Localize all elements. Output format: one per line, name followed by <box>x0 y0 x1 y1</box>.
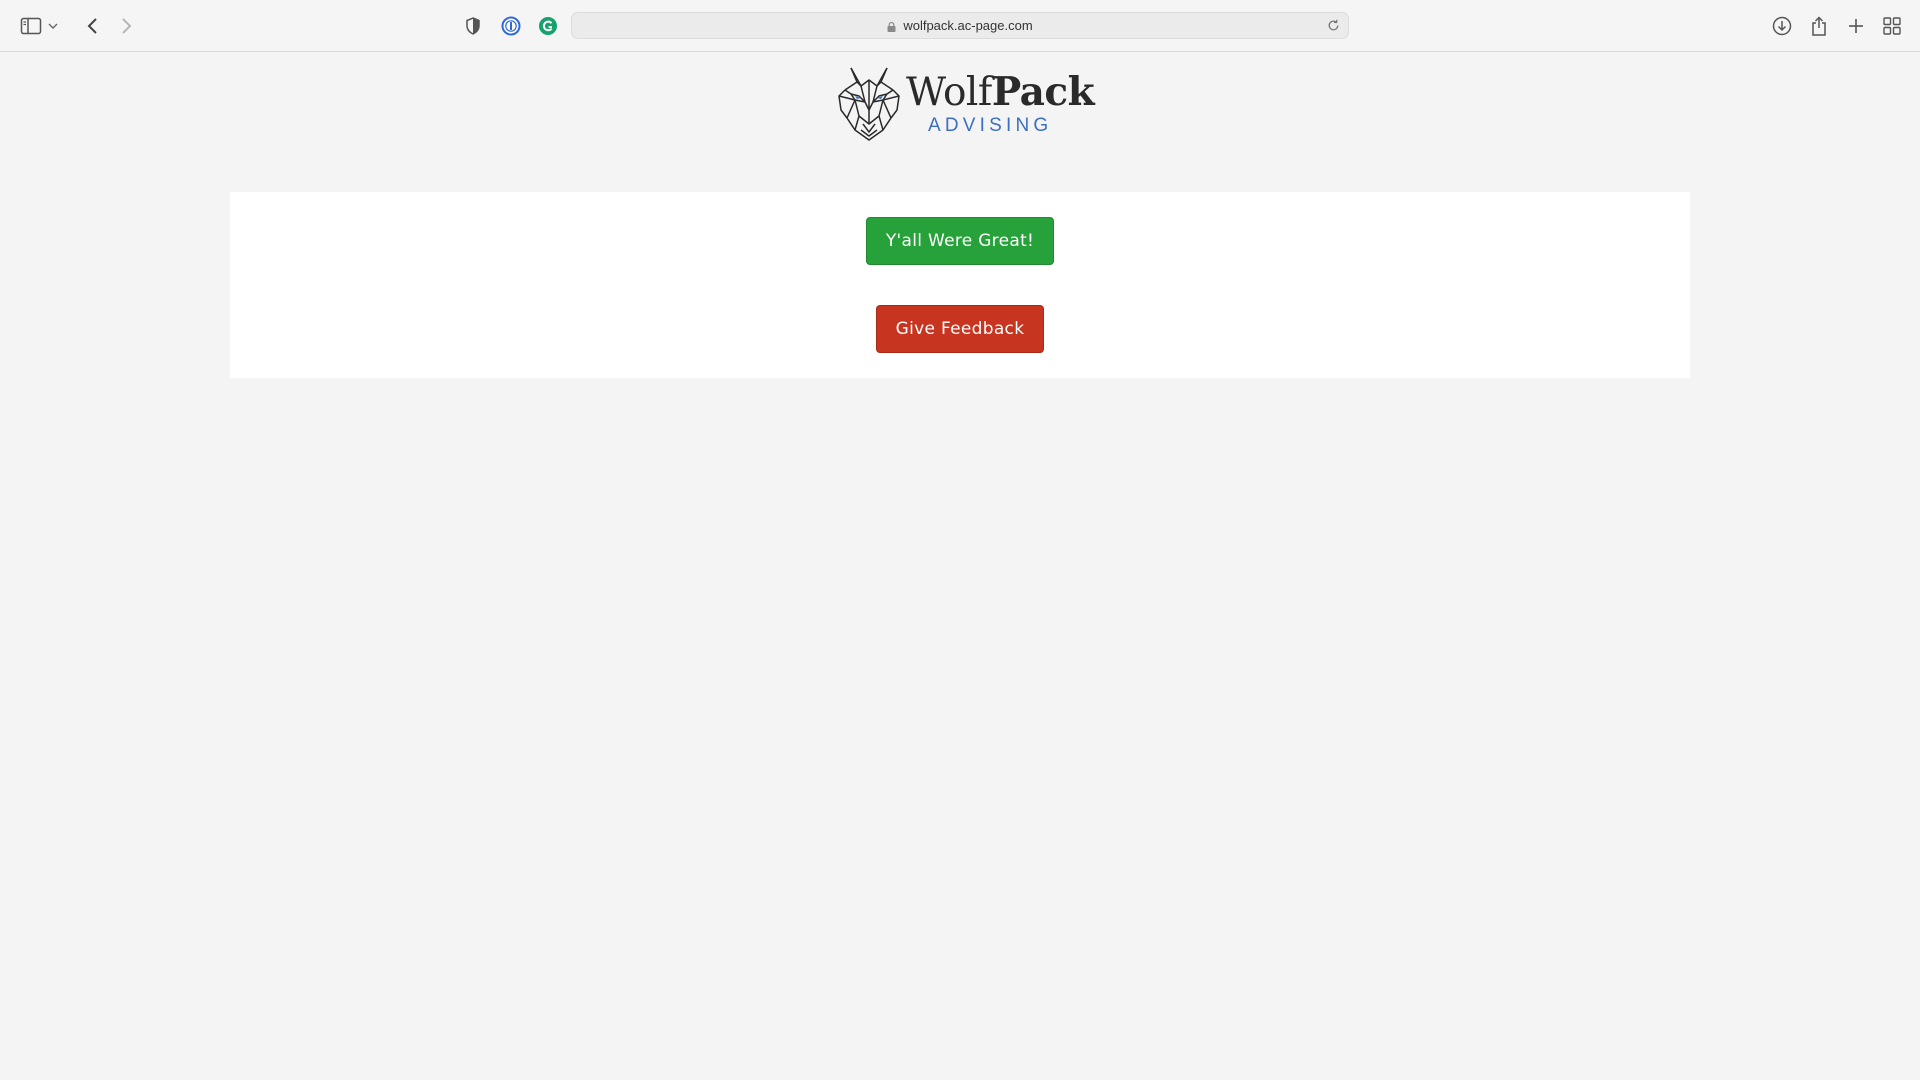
grammar-extension-icon[interactable] <box>534 12 562 40</box>
back-arrow-icon[interactable] <box>78 12 106 40</box>
password-manager-icon[interactable] <box>497 12 525 40</box>
forward-arrow-icon[interactable] <box>113 12 141 40</box>
browser-toolbar: wolfpack.ac-page.com <box>0 0 1920 52</box>
address-url[interactable]: wolfpack.ac-page.com <box>903 18 1032 33</box>
logo-word-regular: Wolf <box>906 70 992 115</box>
reload-icon[interactable] <box>1327 19 1340 32</box>
sidebar-toggle-icon[interactable] <box>17 12 45 40</box>
wolfpack-logo: WolfPack ADVISING <box>837 66 1095 144</box>
logo-wordmark: WolfPack <box>906 69 1095 115</box>
chevron-down-icon[interactable] <box>45 12 61 40</box>
share-icon[interactable] <box>1805 12 1833 40</box>
great-button[interactable]: Y'all Were Great! <box>866 217 1054 265</box>
plus-icon[interactable] <box>1842 12 1870 40</box>
privacy-shield-icon[interactable] <box>459 12 487 40</box>
wolf-head-icon <box>838 67 900 141</box>
tab-overview-icon[interactable] <box>1878 12 1906 40</box>
give-feedback-button[interactable]: Give Feedback <box>876 305 1044 353</box>
logo-subtitle: ADVISING <box>928 115 1053 136</box>
download-icon[interactable] <box>1768 12 1796 40</box>
lock-icon <box>887 21 896 32</box>
address-bar[interactable]: wolfpack.ac-page.com <box>571 12 1349 39</box>
logo-word-bold: Pack <box>991 69 1095 115</box>
